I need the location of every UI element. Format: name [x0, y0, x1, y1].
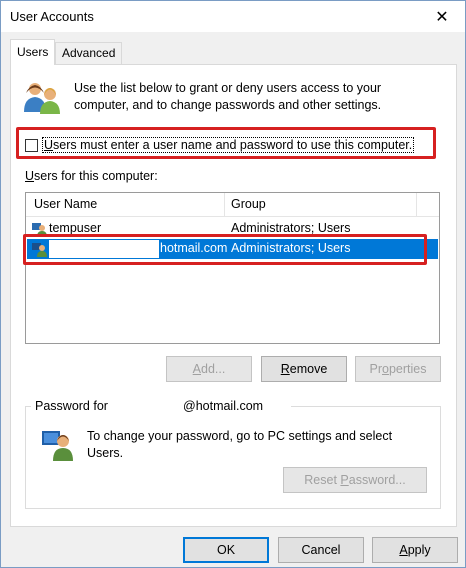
add-button[interactable]: Add... [166, 356, 252, 382]
password-user-icon [42, 431, 73, 461]
tab-users[interactable]: Users [10, 39, 56, 65]
user-accounts-window: User Accounts ✕ Users Advanced Use the l… [0, 0, 466, 568]
tab-advanced[interactable]: Advanced [55, 42, 123, 64]
column-header-group[interactable]: Group [231, 197, 266, 211]
tab-advanced-label: Advanced [62, 46, 116, 60]
cancel-button[interactable]: Cancel [278, 537, 364, 563]
reset-password-button[interactable]: Reset Password... [283, 467, 427, 493]
window-title: User Accounts [10, 9, 94, 24]
users-list[interactable]: User Name Group tempuser Administrators;… [25, 192, 440, 344]
password-group-legend: Password for @hotmail.com [31, 399, 291, 415]
apply-button[interactable]: Apply [372, 537, 458, 563]
password-legend-suffix: @hotmail.com [183, 399, 264, 413]
column-header-user-name[interactable]: User Name [34, 197, 97, 211]
user-name-cell: tempuser [49, 221, 102, 235]
intro-text: Use the list below to grant or deny user… [74, 81, 382, 112]
ok-button[interactable]: OK [183, 537, 269, 563]
redacted-email [111, 399, 187, 415]
password-help-text: To change your password, go to PC settin… [87, 429, 393, 460]
password-legend-prefix: Password for [35, 399, 108, 413]
users-list-label: Users for this computer: [25, 169, 158, 183]
title-bar: User Accounts ✕ [1, 1, 465, 32]
remove-button[interactable]: Remove [261, 356, 347, 382]
users-icon [24, 83, 60, 114]
annotation-highlight-user-row [23, 234, 427, 265]
properties-button[interactable]: Properties [355, 356, 441, 382]
annotation-highlight-checkbox [16, 127, 436, 159]
column-divider[interactable] [416, 193, 417, 217]
group-cell: Administrators; Users [231, 221, 351, 235]
tab-users-label: Users [17, 45, 49, 59]
column-divider[interactable] [224, 193, 225, 217]
list-header: User Name Group [26, 193, 439, 217]
close-icon[interactable]: ✕ [419, 1, 465, 32]
